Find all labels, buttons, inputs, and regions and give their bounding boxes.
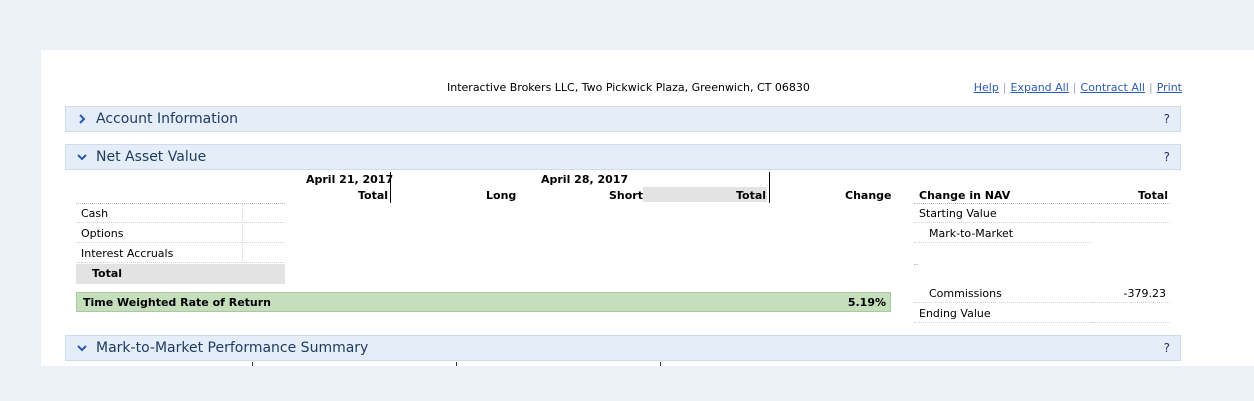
total-row: Total [76, 264, 285, 284]
link-separator: | [1148, 81, 1153, 94]
row-options: Options [76, 224, 242, 243]
section-mtm-performance-summary[interactable]: Mark-to-Market Performance Summary ? [65, 335, 1181, 361]
chevron-down-icon [76, 151, 88, 163]
section-net-asset-value[interactable]: Net Asset Value ? [65, 144, 1181, 170]
section-title: Mark-to-Market Performance Summary [96, 340, 369, 356]
change-in-nav-total-header: Total [1138, 189, 1169, 202]
row-options-value [242, 224, 285, 243]
twrr-label: Time Weighted Rate of Return [83, 296, 272, 309]
col-header-long: Long [486, 189, 517, 202]
section-title: Net Asset Value [96, 149, 207, 165]
statement-panel: Interactive Brokers LLC, Two Pickwick Pl… [41, 50, 1254, 366]
col-header-short: Short [609, 189, 643, 202]
ending-value [1092, 304, 1170, 323]
broker-address: Interactive Brokers LLC, Two Pickwick Pl… [447, 81, 810, 94]
expand-all-link[interactable]: Expand All [1011, 81, 1069, 94]
link-separator: | [1002, 81, 1007, 94]
row-interest-value [242, 244, 285, 263]
mark-to-market-value [1092, 224, 1170, 243]
column-divider [769, 172, 770, 203]
help-icon[interactable]: ? [1164, 341, 1170, 355]
commissions-label: Commissions [914, 284, 1092, 303]
starting-value-label: Starting Value [914, 204, 1092, 223]
date-header-2: April 28, 2017 [541, 173, 629, 186]
column-divider [660, 362, 661, 366]
total-row-label: Total [92, 267, 123, 280]
column-divider [456, 362, 457, 366]
top-links: Help | Expand All | Contract All | Print [974, 81, 1182, 94]
link-separator: | [1072, 81, 1077, 94]
help-link[interactable]: Help [974, 81, 999, 94]
change-in-nav-header: Change in NAV [919, 189, 1011, 202]
date-header-1: April 21, 2017 [306, 173, 394, 186]
row-divider [914, 264, 918, 265]
col-header-change: Change [845, 189, 892, 202]
column-divider [390, 172, 391, 203]
ending-value-label: Ending Value [914, 304, 1092, 323]
col-header-total-1: Total [358, 189, 389, 202]
column-divider [252, 362, 253, 366]
twrr-value: 5.19% [847, 296, 886, 309]
contract-all-link[interactable]: Contract All [1081, 81, 1145, 94]
help-icon[interactable]: ? [1164, 150, 1170, 164]
chevron-down-icon [76, 342, 88, 354]
twrr-row: Time Weighted Rate of Return 5.19% [76, 292, 891, 312]
section-account-information[interactable]: Account Information ? [65, 106, 1181, 132]
col-header-total-2: Total [736, 189, 767, 202]
row-cash: Cash [76, 204, 242, 223]
commissions-value: -379.23 [1092, 284, 1170, 303]
chevron-right-icon [76, 113, 88, 125]
help-icon[interactable]: ? [1164, 112, 1170, 126]
row-interest-accruals: Interest Accruals [76, 244, 242, 263]
section-title: Account Information [96, 111, 239, 127]
starting-value [1092, 204, 1170, 223]
print-link[interactable]: Print [1157, 81, 1182, 94]
row-cash-value [242, 204, 285, 223]
mark-to-market-label: Mark-to-Market [914, 224, 1092, 243]
